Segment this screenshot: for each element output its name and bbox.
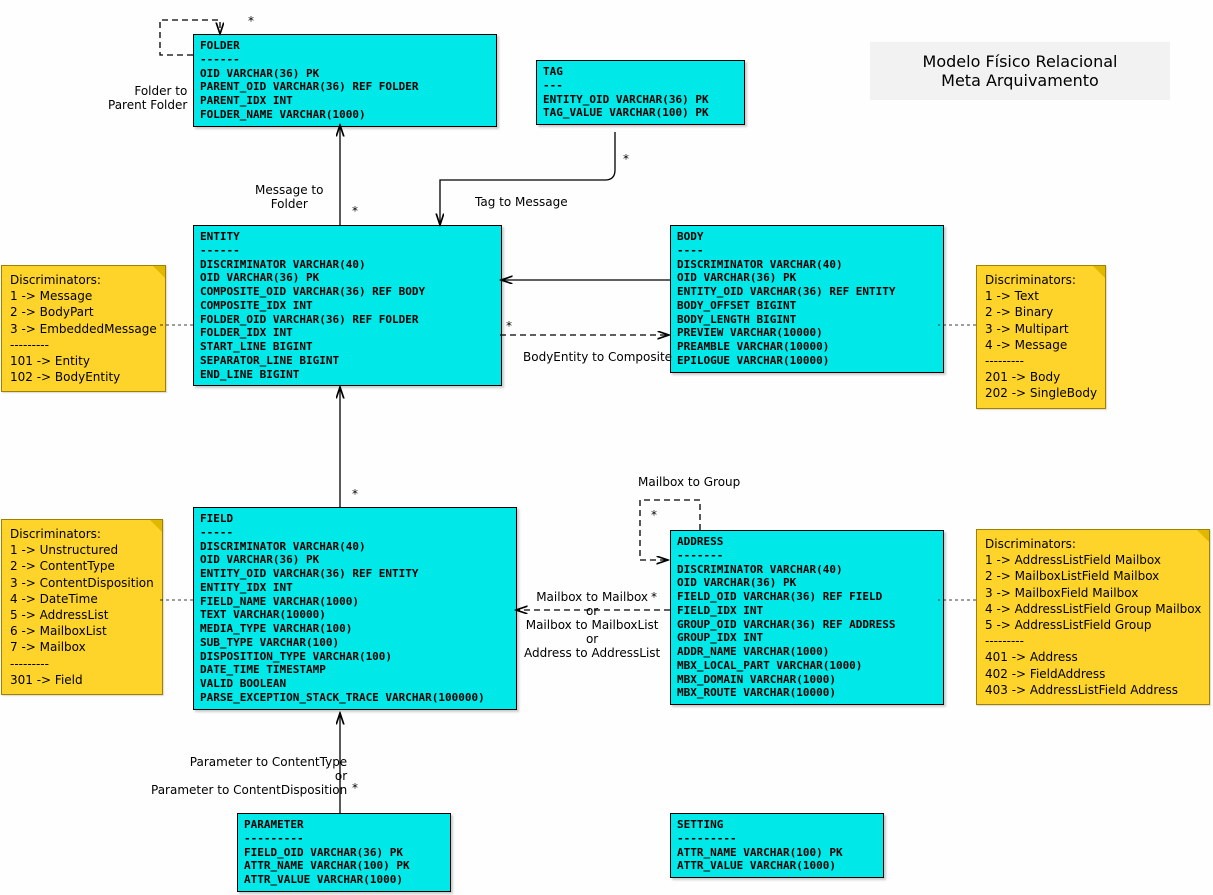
label-body-comp: BodyEntity to Composite bbox=[523, 350, 672, 364]
star-body-comp: * bbox=[506, 319, 512, 333]
star-addr-field: * bbox=[651, 590, 657, 604]
star-folder-self: * bbox=[248, 14, 254, 28]
entity-entity: ENTITY ------ DISCRIMINATOR VARCHAR(40) … bbox=[193, 225, 502, 386]
label-folder-self: Folder to Parent Folder bbox=[108, 84, 187, 112]
star-mbx-group: * bbox=[651, 508, 657, 522]
entity-folder: FOLDER ------ OID VARCHAR(36) PK PARENT_… bbox=[193, 34, 497, 127]
diagram-title: Modelo Físico Relacional Meta Arquivamen… bbox=[870, 42, 1170, 100]
note-entity-discriminators: Discriminators: 1 -> Message 2 -> BodyPa… bbox=[1, 265, 166, 392]
note-field-discriminators: Discriminators: 1 -> Unstructured 2 -> C… bbox=[1, 519, 163, 695]
star-field-entity: * bbox=[352, 487, 358, 501]
label-addr-field: Mailbox to Mailbox or Mailbox to Mailbox… bbox=[524, 590, 660, 660]
entity-address: ADDRESS ------- DISCRIMINATOR VARCHAR(40… bbox=[670, 530, 944, 705]
label-param-field: Parameter to ContentType or Parameter to… bbox=[151, 755, 347, 797]
entity-body: BODY ---- DISCRIMINATOR VARCHAR(40) OID … bbox=[670, 225, 944, 373]
entity-parameter: PARAMETER --------- FIELD_OID VARCHAR(36… bbox=[237, 813, 451, 892]
star-param-field: * bbox=[352, 781, 358, 795]
title-line2: Meta Arquivamento bbox=[890, 71, 1150, 90]
label-tag-msg: Tag to Message bbox=[475, 195, 568, 209]
note-body-discriminators: Discriminators: 1 -> Text 2 -> Binary 3 … bbox=[976, 265, 1106, 409]
title-line1: Modelo Físico Relacional bbox=[890, 52, 1150, 71]
entity-field: FIELD ----- DISCRIMINATOR VARCHAR(40) OI… bbox=[193, 507, 517, 710]
label-msg-folder: Message to Folder bbox=[255, 183, 323, 211]
star-tag-msg: * bbox=[623, 152, 629, 166]
note-address-discriminators: Discriminators: 1 -> AddressListField Ma… bbox=[976, 529, 1210, 705]
star-msg-folder: * bbox=[352, 204, 358, 218]
label-mbx-group: Mailbox to Group bbox=[638, 475, 740, 489]
entity-tag: TAG --- ENTITY_OID VARCHAR(36) PK TAG_VA… bbox=[536, 60, 745, 125]
entity-setting: SETTING --------- ATTR_NAME VARCHAR(100)… bbox=[670, 813, 884, 878]
